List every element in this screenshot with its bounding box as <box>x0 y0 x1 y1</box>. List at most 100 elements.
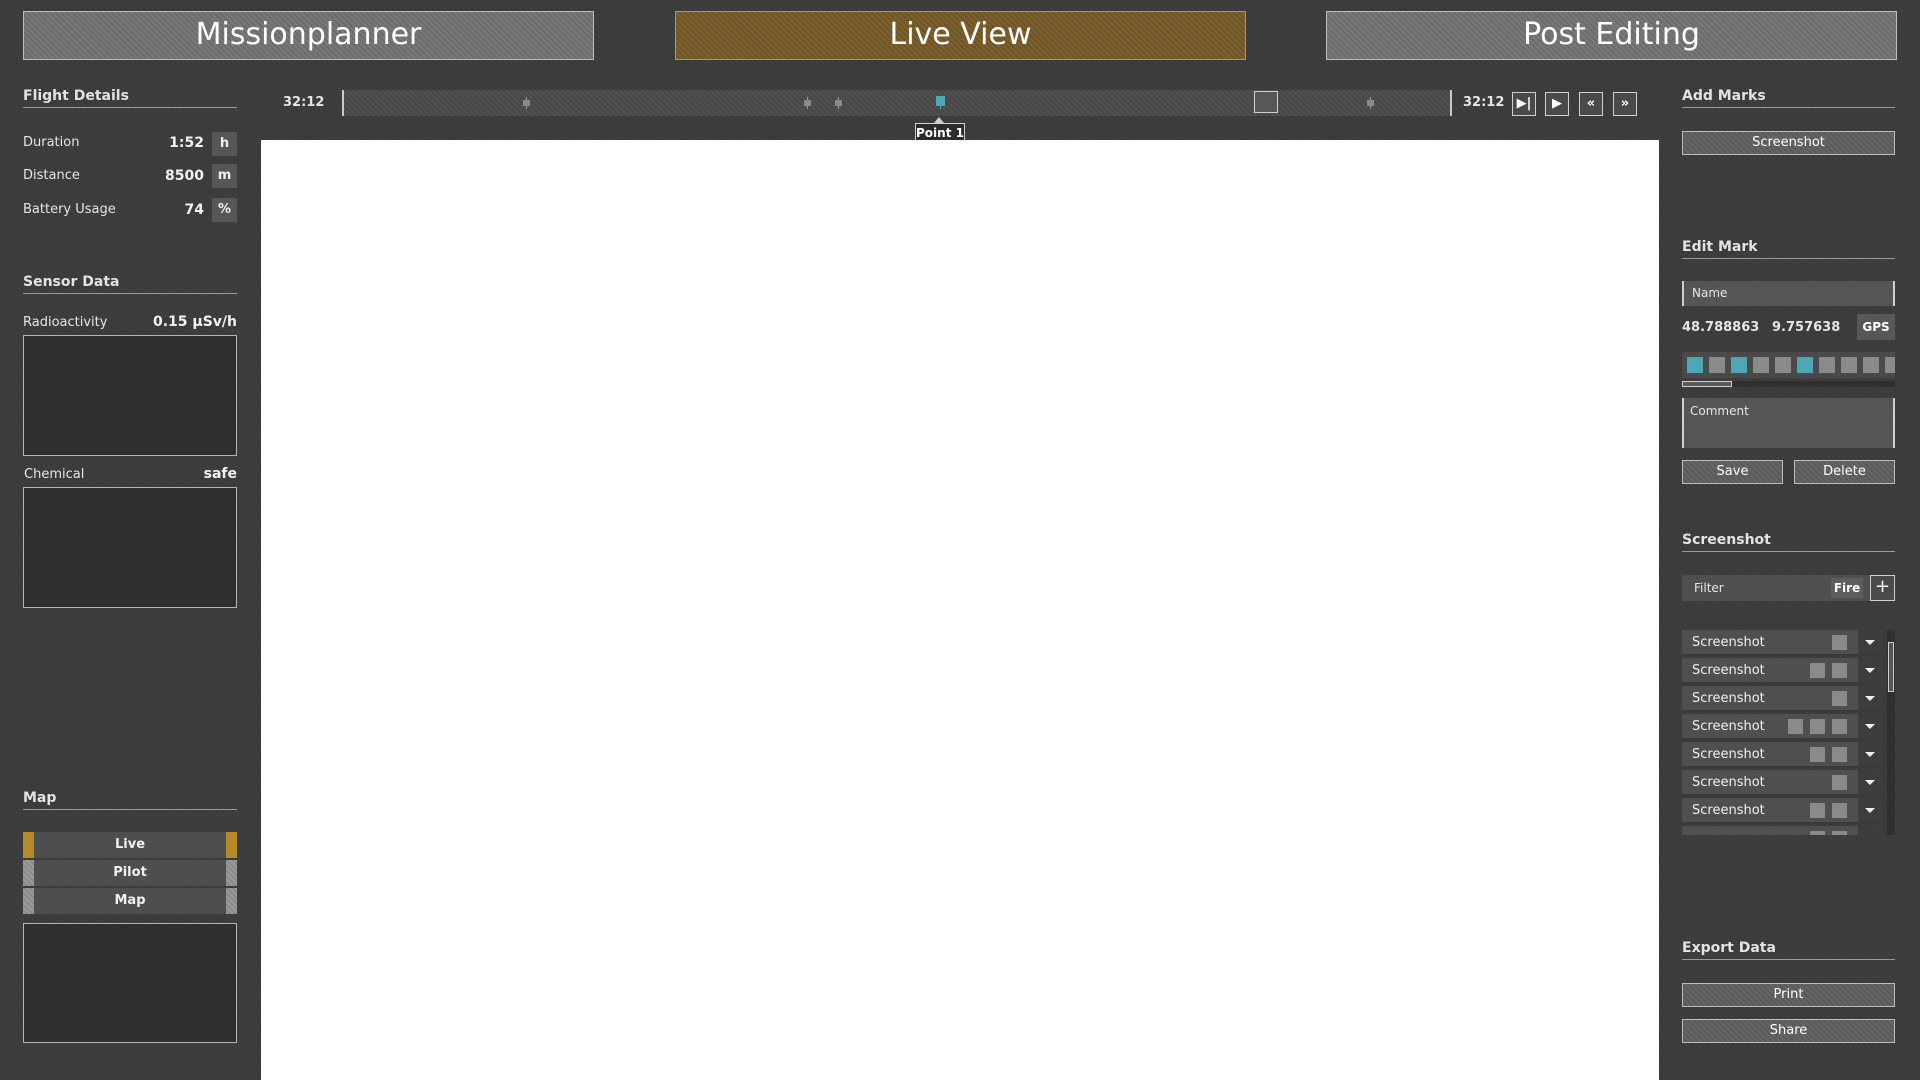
tab-live-view[interactable]: Live View <box>675 11 1246 60</box>
list-item[interactable]: Screenshot <box>1682 742 1882 768</box>
color-swatch[interactable] <box>1841 357 1857 373</box>
timeline-start-time: 32:12 <box>283 95 325 110</box>
swatch-scrollbar[interactable] <box>1682 381 1895 387</box>
color-swatch[interactable] <box>1775 357 1791 373</box>
mark-name-input[interactable]: Name <box>1682 281 1895 306</box>
timeline-mark[interactable] <box>1367 97 1374 109</box>
rewind-icon: « <box>1586 96 1596 111</box>
battery-unit: % <box>212 198 237 222</box>
swatch-scrollbar-thumb[interactable] <box>1682 381 1732 387</box>
mark-longitude: 9.757638 <box>1772 320 1841 335</box>
map-option-map-label: Map <box>114 893 146 908</box>
chemical-value: safe <box>203 466 237 482</box>
map-option-live[interactable]: Live <box>23 832 237 858</box>
list-item[interactable]: Screenshot <box>1682 770 1882 796</box>
add-filter-button[interactable]: + <box>1870 575 1895 601</box>
chevron-down-icon[interactable] <box>1858 630 1882 654</box>
chevron-down-icon[interactable] <box>1858 826 1882 835</box>
duration-value: 1:52 <box>169 135 204 151</box>
toggle-cap-left <box>23 860 34 886</box>
map-option-map[interactable]: Map <box>23 888 237 914</box>
mark-indicator <box>1810 719 1825 734</box>
list-item-label: Screenshot <box>1692 775 1765 790</box>
edit-mark-title: Edit Mark <box>1682 239 1895 259</box>
color-swatch[interactable] <box>1709 357 1725 373</box>
share-button[interactable]: Share <box>1682 1019 1895 1043</box>
mark-indicator <box>1810 803 1825 818</box>
map-option-pilot[interactable]: Pilot <box>23 860 237 886</box>
list-item[interactable]: Screenshot <box>1682 798 1882 824</box>
playhead-handle[interactable] <box>1254 91 1278 113</box>
color-swatch[interactable] <box>1819 357 1835 373</box>
timeline-mark[interactable] <box>835 97 842 109</box>
color-swatch[interactable] <box>1885 357 1895 373</box>
mark-indicator <box>1832 663 1847 678</box>
mark-latitude: 48.788863 <box>1682 320 1760 335</box>
list-scrollbar[interactable] <box>1887 630 1895 835</box>
filter-tag-fire[interactable]: Fire <box>1831 578 1863 598</box>
list-scrollbar-thumb[interactable] <box>1888 642 1894 692</box>
delete-button[interactable]: Delete <box>1794 460 1895 484</box>
skip-to-end-icon: ▶| <box>1516 96 1532 111</box>
tab-post-editing[interactable]: Post Editing <box>1326 11 1897 60</box>
map-view[interactable] <box>23 923 237 1043</box>
mark-indicator <box>1832 747 1847 762</box>
screenshot-list[interactable]: Screenshot Screenshot Screenshot Screens… <box>1682 630 1895 835</box>
fast-forward-icon: » <box>1620 96 1630 111</box>
color-swatch[interactable] <box>1797 357 1813 373</box>
list-item-label: Screenshot <box>1692 803 1765 818</box>
list-item-label: Screenshot <box>1692 691 1765 706</box>
list-item-label: Screenshot <box>1692 719 1765 734</box>
fast-forward-button[interactable]: » <box>1613 92 1637 116</box>
toggle-cap-right <box>226 832 237 858</box>
chevron-down-icon[interactable] <box>1858 742 1882 766</box>
chevron-down-icon[interactable] <box>1858 686 1882 710</box>
mark-indicator <box>1832 719 1847 734</box>
list-item[interactable]: Screenshot <box>1682 630 1882 656</box>
color-swatch[interactable] <box>1731 357 1747 373</box>
color-swatch[interactable] <box>1687 357 1703 373</box>
timeline-mark[interactable] <box>523 97 530 109</box>
save-button[interactable]: Save <box>1682 460 1783 484</box>
toggle-cap-right <box>226 888 237 914</box>
print-button[interactable]: Print <box>1682 983 1895 1007</box>
filter-bar[interactable]: Filter <box>1682 575 1895 601</box>
comment-textarea[interactable]: Comment <box>1682 398 1895 448</box>
timeline-mark[interactable] <box>804 97 811 109</box>
color-swatch[interactable] <box>1863 357 1879 373</box>
play-icon: ▶ <box>1552 96 1562 111</box>
list-item[interactable]: Screenshot <box>1682 686 1882 712</box>
add-screenshot-mark-button[interactable]: Screenshot <box>1682 131 1895 155</box>
list-item-partial[interactable] <box>1682 826 1882 835</box>
chevron-down-icon[interactable] <box>1858 658 1882 682</box>
map-title: Map <box>23 790 237 810</box>
color-swatch[interactable] <box>1753 357 1769 373</box>
filter-label: Filter <box>1694 581 1724 595</box>
duration-unit: h <box>212 132 237 156</box>
gps-button[interactable]: GPS <box>1857 314 1895 340</box>
list-item[interactable]: Screenshot <box>1682 714 1882 740</box>
screenshot-section-title: Screenshot <box>1682 532 1895 552</box>
selected-marker-icon <box>936 96 945 106</box>
rewind-button[interactable]: « <box>1579 92 1603 116</box>
mark-indicator <box>1810 831 1825 835</box>
battery-value: 74 <box>184 202 204 218</box>
duration-label: Duration <box>23 135 80 150</box>
tab-missionplanner[interactable]: Missionplanner <box>23 11 594 60</box>
skip-to-end-button[interactable]: ▶| <box>1512 92 1536 116</box>
live-video-view[interactable] <box>261 140 1659 1080</box>
mark-indicator <box>1810 663 1825 678</box>
list-item[interactable]: Screenshot <box>1682 658 1882 684</box>
tooltip-pointer <box>934 117 944 123</box>
toggle-cap-right <box>226 860 237 886</box>
distance-value: 8500 <box>165 168 204 184</box>
radioactivity-graph <box>23 335 237 456</box>
timeline-track[interactable] <box>342 90 1452 116</box>
add-marks-title: Add Marks <box>1682 88 1895 108</box>
chevron-down-icon[interactable] <box>1858 770 1882 794</box>
mark-indicator <box>1832 775 1847 790</box>
toggle-cap-left <box>23 832 34 858</box>
play-button[interactable]: ▶ <box>1545 92 1569 116</box>
chevron-down-icon[interactable] <box>1858 714 1882 738</box>
chevron-down-icon[interactable] <box>1858 798 1882 822</box>
